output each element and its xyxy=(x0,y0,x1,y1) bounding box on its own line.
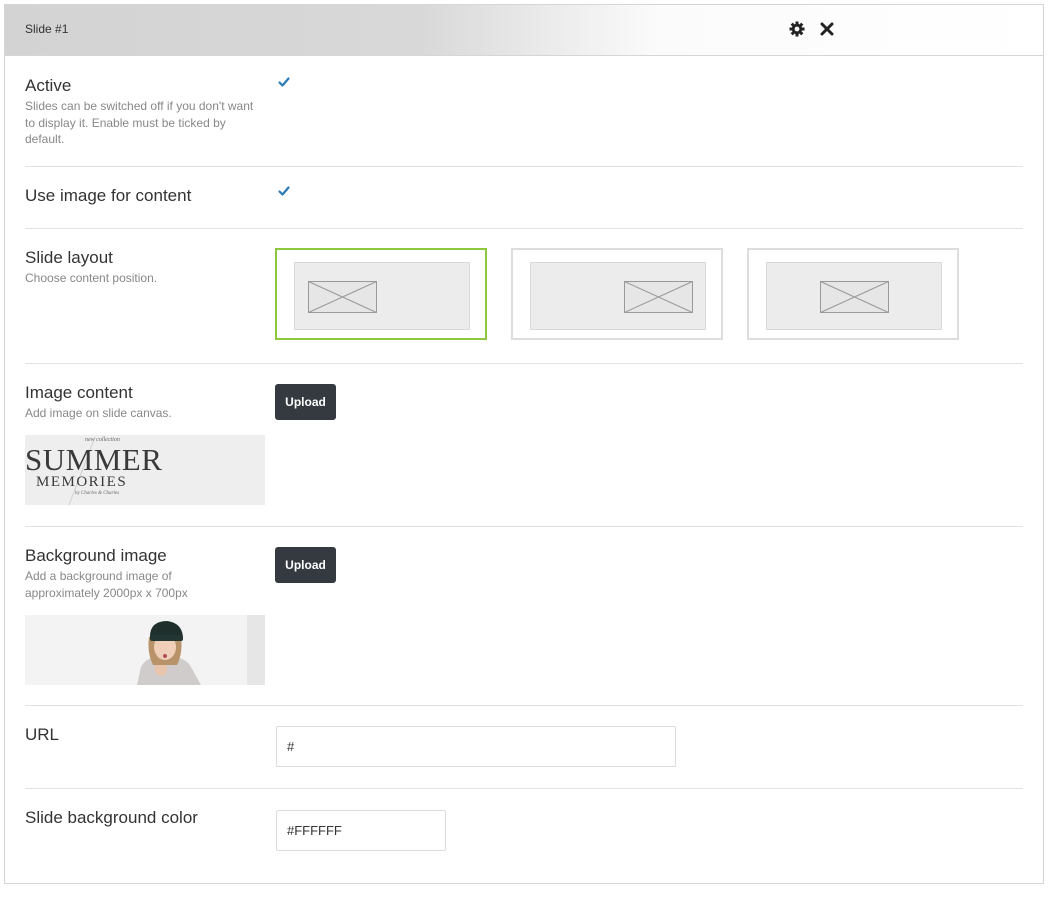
bg-color-input[interactable] xyxy=(276,810,446,851)
use-image-label: Use image for content xyxy=(25,186,192,205)
field-image-content: Image content Add image on slide canvas.… xyxy=(25,363,1023,527)
active-description: Slides can be switched off if you don't … xyxy=(25,99,254,146)
active-label: Active xyxy=(25,76,72,95)
field-background-image: Background image Add a background image … xyxy=(25,526,1023,706)
close-icon[interactable] xyxy=(818,20,836,38)
slide-title: Slide #1 xyxy=(25,22,69,36)
image-content-description: Add image on slide canvas. xyxy=(25,406,172,420)
active-checkbox[interactable] xyxy=(276,74,292,90)
use-image-checkbox[interactable] xyxy=(276,183,292,199)
image-placeholder-icon xyxy=(820,281,889,313)
field-use-image: Use image for content xyxy=(25,166,1023,229)
layout-canvas xyxy=(530,262,706,330)
layout-canvas xyxy=(294,262,470,330)
preview-credit: by Charles & Charles xyxy=(75,491,120,496)
url-label: URL xyxy=(25,725,60,744)
image-content-label: Image content xyxy=(25,383,133,402)
slide-layout-description: Choose content position. xyxy=(25,271,158,285)
person-photo xyxy=(25,615,265,685)
layout-option-left[interactable] xyxy=(275,248,487,340)
background-image-upload-button[interactable]: Upload xyxy=(275,547,336,583)
preview-title: SUMMER xyxy=(25,442,163,477)
field-url: URL xyxy=(25,705,1023,789)
field-slide-layout: Slide layout Choose content position. xyxy=(25,228,1023,364)
layout-option-center[interactable] xyxy=(747,248,959,340)
url-input[interactable] xyxy=(276,726,676,767)
background-image-preview xyxy=(25,615,265,685)
image-placeholder-icon xyxy=(624,281,693,313)
gear-icon[interactable] xyxy=(788,20,806,38)
slide-panel: Slide #1 Active Slides can be switched o… xyxy=(4,4,1044,884)
slide-header: Slide #1 xyxy=(5,5,1043,56)
layout-option-right[interactable] xyxy=(511,248,723,340)
slide-layout-label: Slide layout xyxy=(25,248,113,267)
background-image-label: Background image xyxy=(25,546,167,565)
image-content-upload-button[interactable]: Upload xyxy=(275,384,336,420)
field-bg-color: Slide background color xyxy=(25,788,1023,908)
bg-color-label: Slide background color xyxy=(25,808,198,827)
layout-canvas xyxy=(766,262,942,330)
image-placeholder-icon xyxy=(308,281,377,313)
field-active: Active Slides can be switched off if you… xyxy=(25,56,1023,167)
background-image-description: Add a background image of approximately … xyxy=(25,569,188,600)
preview-subtitle: MEMORIES xyxy=(36,474,128,490)
image-content-preview: new collection SUMMER MEMORIES by Charle… xyxy=(25,435,265,505)
